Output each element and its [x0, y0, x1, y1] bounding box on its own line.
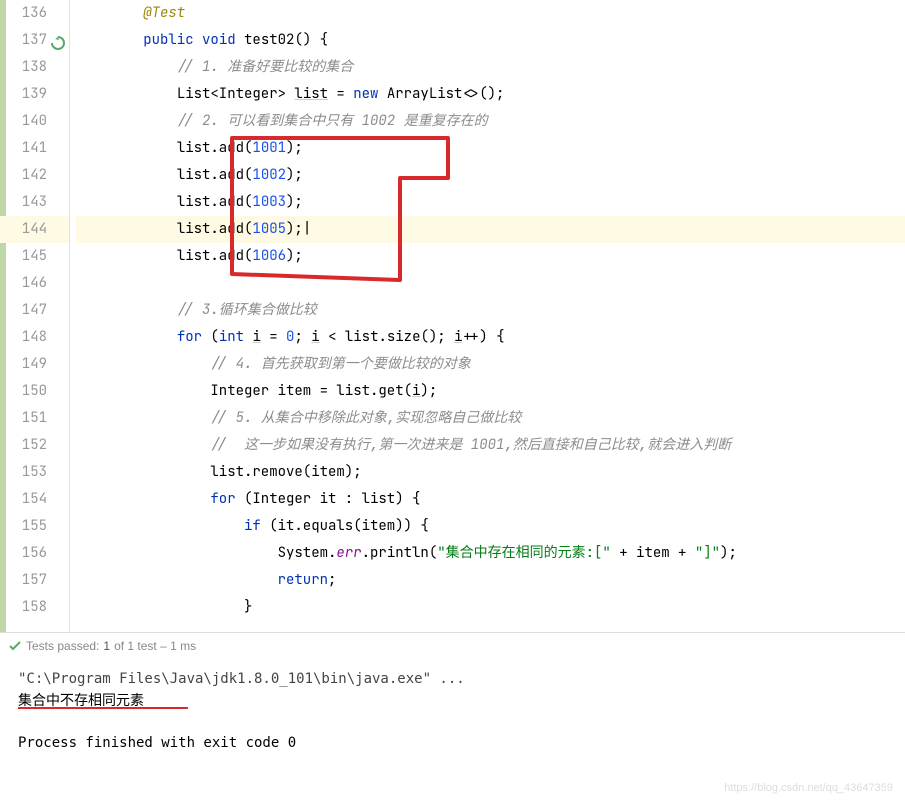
line-number[interactable]: 138: [0, 54, 69, 81]
code-line: // 3.循环集合做比较: [76, 297, 905, 324]
check-icon: [8, 639, 22, 653]
line-number[interactable]: 141: [0, 135, 69, 162]
console-line-cmd: "C:\Program Files\Java\jdk1.8.0_101\bin\…: [18, 668, 887, 690]
line-number[interactable]: 148: [0, 324, 69, 351]
code-line: System.err.println("集合中存在相同的元素:[" + item…: [76, 540, 905, 567]
code-line-highlighted: list.add(1005);|: [76, 216, 905, 243]
code-content[interactable]: @Test public void test02() { // 1. 准备好要比…: [70, 0, 905, 632]
code-line: Integer item = list.get(i);: [76, 378, 905, 405]
line-number[interactable]: 149: [0, 351, 69, 378]
code-line: // 5. 从集合中移除此对象,实现忽略自己做比较: [76, 405, 905, 432]
code-line: }: [76, 594, 905, 621]
console-output[interactable]: "C:\Program Files\Java\jdk1.8.0_101\bin\…: [0, 658, 905, 764]
code-line: list.add(1002);: [76, 162, 905, 189]
line-number[interactable]: 158: [0, 594, 69, 621]
line-number[interactable]: 154: [0, 486, 69, 513]
line-number[interactable]: 153: [0, 459, 69, 486]
line-number[interactable]: 151: [0, 405, 69, 432]
line-number[interactable]: 140: [0, 108, 69, 135]
tests-label: Tests passed:: [26, 639, 99, 653]
code-line: list.add(1006);: [76, 243, 905, 270]
line-number[interactable]: 156: [0, 540, 69, 567]
line-number[interactable]: 146: [0, 270, 69, 297]
code-editor[interactable]: 1361371381391401411421431441451461471481…: [0, 0, 905, 632]
code-line: // 这一步如果没有执行,第一次进来是 1001,然后直接和自己比较,就会进入判…: [76, 432, 905, 459]
code-line: list.add(1003);: [76, 189, 905, 216]
line-number[interactable]: 152: [0, 432, 69, 459]
line-number[interactable]: 142: [0, 162, 69, 189]
code-line: return;: [76, 567, 905, 594]
code-line: @Test: [76, 0, 905, 27]
line-number[interactable]: 155: [0, 513, 69, 540]
watermark: https://blog.csdn.net/qq_43647359: [724, 782, 893, 794]
code-line: list.remove(item);: [76, 459, 905, 486]
code-line: for (int i = 0; i < list.size(); i++) {: [76, 324, 905, 351]
tests-count: 1: [103, 639, 110, 653]
code-line: public void test02() {: [76, 27, 905, 54]
code-line: list.add(1001);: [76, 135, 905, 162]
line-number[interactable]: 157: [0, 567, 69, 594]
code-line: // 1. 准备好要比较的集合: [76, 54, 905, 81]
line-number[interactable]: 143: [0, 189, 69, 216]
line-number[interactable]: 137: [0, 27, 69, 54]
line-number[interactable]: 145: [0, 243, 69, 270]
code-line: // 2. 可以看到集合中只有 1002 是重复存在的: [76, 108, 905, 135]
line-number[interactable]: 136: [0, 0, 69, 27]
code-line: if (it.equals(item)) {: [76, 513, 905, 540]
test-results-bar: Tests passed: 1 of 1 test – 1 ms: [0, 632, 905, 658]
line-number[interactable]: 144: [0, 216, 69, 243]
annotation: @Test: [143, 4, 185, 22]
line-number[interactable]: 139: [0, 81, 69, 108]
console-line-exit: Process finished with exit code 0: [18, 732, 887, 754]
code-line: List<Integer> list = new ArrayList<>();: [76, 81, 905, 108]
editor-gutter: 1361371381391401411421431441451461471481…: [0, 0, 70, 632]
line-number[interactable]: 147: [0, 297, 69, 324]
line-number[interactable]: 150: [0, 378, 69, 405]
pen-underline: [18, 707, 188, 709]
code-line: [76, 270, 905, 297]
code-line: for (Integer it : list) {: [76, 486, 905, 513]
code-line: // 4. 首先获取到第一个要做比较的对象: [76, 351, 905, 378]
tests-detail: of 1 test – 1 ms: [114, 639, 196, 653]
